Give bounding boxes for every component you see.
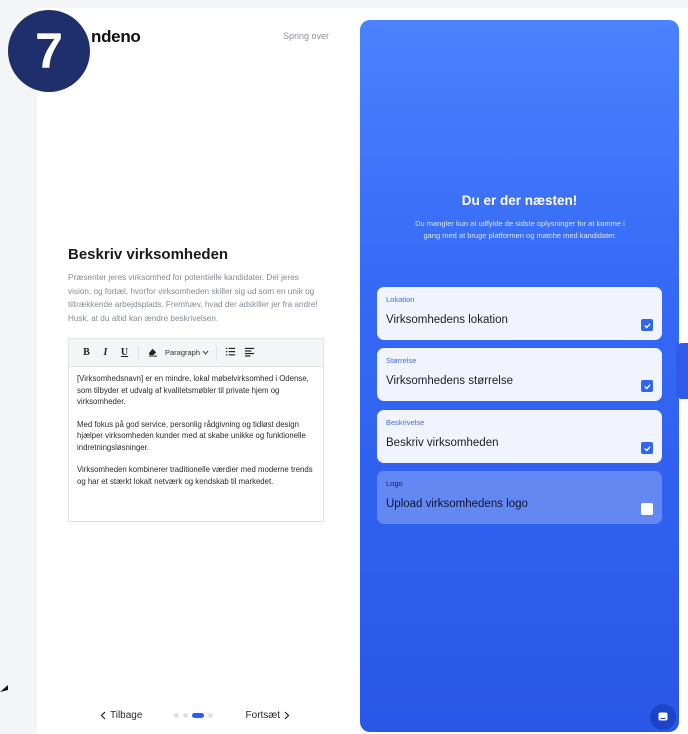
underline-button[interactable]: U (115, 347, 134, 358)
checklist-item-label: Størrelse (386, 356, 417, 365)
paragraph-select[interactable]: Paragraph (162, 348, 212, 357)
checkbox-unchecked-icon[interactable] (641, 503, 653, 515)
cursor-arrow-icon (0, 682, 10, 696)
align-left-icon[interactable] (240, 346, 259, 360)
next-button[interactable]: Fortsæt (246, 710, 290, 721)
checklist-item-label: Lokation (386, 295, 415, 304)
bold-button[interactable]: B (77, 347, 96, 358)
back-button[interactable]: Tilbage (100, 710, 142, 721)
step-number-badge: 7 (8, 10, 90, 92)
progress-dot (208, 712, 214, 718)
panel-subtitle: Du mangler kun at udfylde de sidste oply… (415, 219, 625, 240)
checklist-item-size[interactable]: Størrelse Virksomhedens størrelse (377, 348, 662, 401)
panel-title: Du er der næsten! (461, 193, 578, 208)
footer-navigation: Tilbage Fortsæt (100, 708, 290, 722)
checklist-item-title: Virksomhedens lokation (386, 314, 508, 326)
checkbox-checked-icon[interactable] (641, 319, 653, 331)
progress-dots (174, 712, 214, 718)
checklist-item-title: Beskriv virksomheden (386, 437, 499, 449)
app-logo: ndeno (91, 27, 141, 46)
back-label: Tilbage (110, 709, 143, 721)
editor-content[interactable]: [Virksomhedsnavn] er en mindre, lokal mø… (69, 367, 323, 504)
editor-paragraph: Virksomheden kombinerer traditionelle væ… (77, 465, 313, 486)
checkbox-checked-icon[interactable] (641, 442, 653, 454)
italic-button[interactable]: I (96, 347, 115, 358)
progress-dot-active (192, 712, 205, 718)
chevron-left-icon (100, 711, 106, 719)
checklist-item-title: Upload virksomhedens logo (386, 498, 528, 510)
toolbar-divider (138, 344, 139, 361)
chat-button[interactable] (650, 704, 676, 730)
progress-dot (174, 712, 180, 718)
chevron-right-icon (284, 711, 290, 719)
editor-paragraph: Med fokus på god service, personlig rådg… (77, 419, 306, 452)
page-description: Præsenter jeres virksomhed for potentiel… (68, 273, 318, 323)
checklist-item-label: Logo (386, 479, 403, 488)
progress-panel: Du er der næsten! Du mangler kun at udfy… (360, 20, 679, 732)
editor-paragraph: [Virksomhedsnavn] er en mindre, lokal mø… (77, 374, 309, 406)
chevron-down-icon (202, 350, 209, 355)
chat-icon (658, 712, 668, 721)
eraser-icon[interactable] (143, 346, 162, 360)
feedback-side-tab[interactable] (676, 343, 688, 399)
toolbar-divider (216, 344, 218, 361)
description-editor[interactable]: B I U Paragraph [Virksomhedsnavn] er en … (68, 338, 324, 522)
checklist-item-logo[interactable]: Logo Upload virksomhedens logo (377, 471, 662, 524)
checkbox-checked-icon[interactable] (641, 380, 653, 392)
skip-link[interactable]: Spring over (283, 31, 329, 41)
checklist-item-location[interactable]: Lokation Virksomhedens lokation (377, 287, 662, 340)
checklist-item-label: Beskrivelse (386, 418, 425, 427)
paragraph-select-label: Paragraph (165, 348, 201, 357)
checklist-item-description[interactable]: Beskrivelse Beskriv virksomheden (377, 410, 662, 463)
page-title: Beskriv virksomheden (68, 246, 229, 263)
checklist-item-title: Virksomhedens størrelse (386, 375, 513, 387)
editor-toolbar: B I U Paragraph (69, 339, 323, 367)
numbered-list-icon[interactable] (221, 346, 240, 360)
next-label: Fortsæt (245, 709, 280, 721)
progress-dot (183, 712, 189, 718)
